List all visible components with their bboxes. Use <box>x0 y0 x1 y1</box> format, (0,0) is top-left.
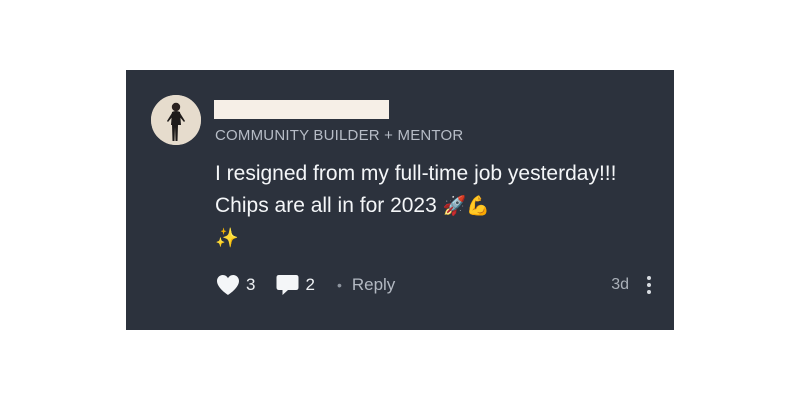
more-options-button[interactable] <box>643 274 655 296</box>
comment-text: I resigned from my full-time job yesterd… <box>215 162 617 217</box>
comment-age: 3d <box>611 276 629 293</box>
likes-count: 3 <box>246 275 256 294</box>
heart-icon <box>217 275 239 295</box>
comment-body: I resigned from my full-time job yesterd… <box>215 158 655 254</box>
separator-dot: • <box>336 277 342 293</box>
comment-actions: 3 2 • Reply 3d <box>215 272 655 298</box>
vertical-ellipsis-icon <box>647 283 651 287</box>
reply-button[interactable]: Reply <box>352 275 395 295</box>
comment-button[interactable]: 2 <box>275 273 334 297</box>
sparkles-emoji: ✨ <box>215 227 239 249</box>
author-name-redacted <box>214 100 389 119</box>
comment-card: COMMUNITY BUILDER + MENTOR I resigned fr… <box>126 70 674 330</box>
speech-bubble-icon <box>276 275 299 295</box>
vertical-ellipsis-icon <box>647 290 651 294</box>
vertical-ellipsis-icon <box>647 276 651 280</box>
avatar-photo <box>151 95 201 145</box>
rocket-muscle-emoji: 🚀💪 <box>442 195 490 217</box>
comments-count: 2 <box>305 275 315 294</box>
author-subtitle: COMMUNITY BUILDER + MENTOR <box>215 127 464 144</box>
like-button[interactable]: 3 <box>215 273 275 297</box>
avatar[interactable] <box>151 95 201 145</box>
